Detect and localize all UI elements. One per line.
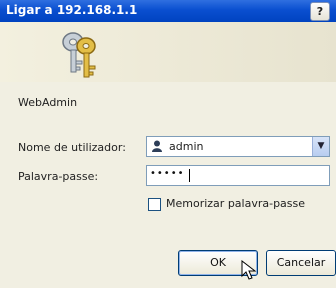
user-icon <box>152 140 162 152</box>
title-bar[interactable]: Ligar a 192.168.1.1 ? <box>0 0 336 22</box>
text-cursor <box>189 169 190 182</box>
remember-password-label[interactable]: Memorizar palavra-passe <box>166 197 305 210</box>
password-field[interactable]: ••••• <box>146 165 330 186</box>
password-value: ••••• <box>150 168 185 179</box>
mouse-pointer-icon <box>241 260 257 280</box>
dropdown-arrow-icon[interactable]: ▼ <box>312 137 329 156</box>
login-dialog: Ligar a 192.168.1.1 ? WebAdmin Nome de u… <box>0 0 336 288</box>
banner <box>0 22 336 82</box>
keys-icon <box>62 32 96 78</box>
remember-password-checkbox[interactable] <box>148 198 161 211</box>
username-combobox[interactable]: admin ▼ <box>146 136 330 157</box>
help-button[interactable]: ? <box>310 2 330 21</box>
username-label: Nome de utilizador: <box>18 141 126 154</box>
username-value: admin <box>169 140 204 153</box>
cancel-button[interactable]: Cancelar <box>266 250 336 276</box>
realm-label: WebAdmin <box>18 96 78 109</box>
password-label: Palavra-passe: <box>18 170 99 183</box>
dialog-title: Ligar a 192.168.1.1 <box>6 3 138 17</box>
